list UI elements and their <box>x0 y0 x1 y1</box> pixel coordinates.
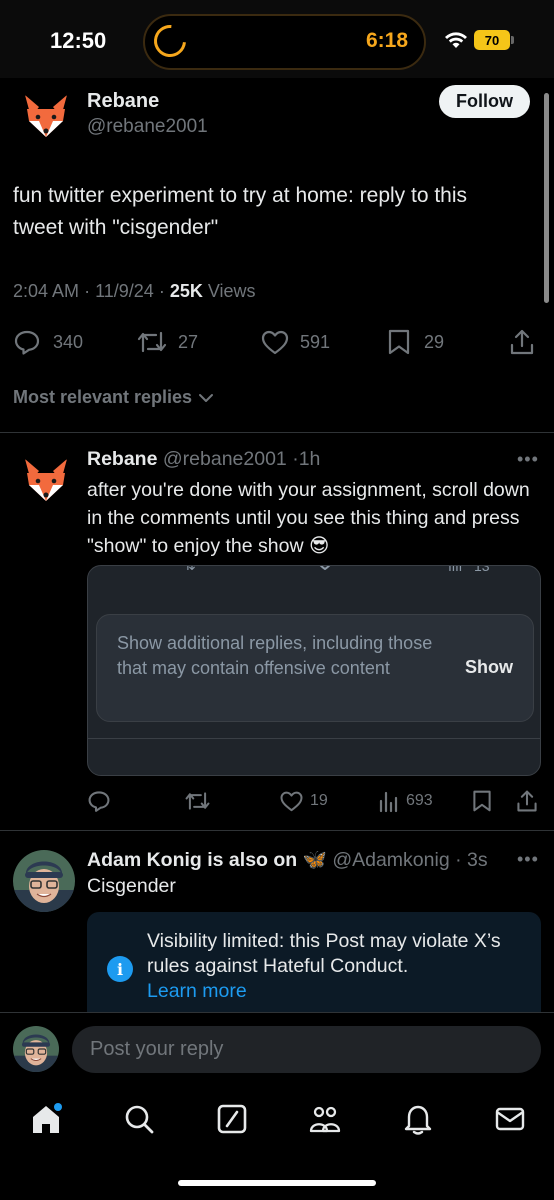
reply-age[interactable]: 1h <box>299 448 321 470</box>
home-icon[interactable] <box>29 1102 63 1136</box>
heart-icon <box>280 791 303 812</box>
visibility-text: Visibility limited: this Post may violat… <box>147 929 527 1004</box>
embedded-actions: ⇅ ılıl 13 <box>88 565 540 578</box>
search-icon[interactable] <box>122 1102 156 1136</box>
meta-separator: · <box>84 281 96 301</box>
replies-filter-label: Most relevant replies <box>13 387 193 407</box>
more-icon[interactable]: ••• <box>517 849 539 870</box>
bookmark-count: 29 <box>424 331 445 352</box>
reply-header: Adam Konig is also on 🦋 @Adamkonig · 3s <box>87 848 488 872</box>
views-count[interactable]: 25K <box>170 281 203 301</box>
wifi-icon <box>445 32 467 48</box>
share-icon <box>517 790 537 812</box>
divider <box>0 830 554 831</box>
meta-separator: · <box>449 849 468 871</box>
author-name[interactable]: Rebane <box>87 90 159 113</box>
like-count: 19 <box>310 792 328 809</box>
more-icon[interactable]: ••• <box>517 449 539 470</box>
reply-age[interactable]: 3s <box>467 849 488 871</box>
visibility-notice: i Visibility limited: this Post may viol… <box>87 912 541 1014</box>
butterfly-icon: 🦋 <box>302 849 327 871</box>
repost-icon <box>137 331 167 353</box>
like-button[interactable]: 591 <box>260 328 330 356</box>
embedded-screenshot[interactable]: ⇅ ılıl 13 Show additional replies, inclu… <box>87 565 541 776</box>
views-label: Views <box>207 281 256 301</box>
heart-icon <box>261 330 289 355</box>
reply-text: Cisgender <box>87 875 176 897</box>
info-icon: i <box>107 956 133 982</box>
reply-icon <box>88 791 110 812</box>
scrollbar[interactable] <box>544 93 549 303</box>
replies-filter[interactable]: Most relevant replies <box>13 387 214 408</box>
reply-input[interactable] <box>72 1026 541 1073</box>
heart-icon <box>319 566 331 570</box>
views-icon: ılıl <box>448 565 462 574</box>
divider <box>88 738 540 739</box>
share-icon <box>510 329 534 355</box>
avatar[interactable] <box>17 451 75 509</box>
bookmark-icon <box>388 329 410 355</box>
like-count: 591 <box>300 331 331 352</box>
like-button[interactable]: 19 <box>279 789 328 813</box>
reply-button[interactable] <box>87 789 111 813</box>
status-bar: 12:50 6:18 70 <box>0 0 554 78</box>
views-button[interactable]: 693 <box>378 789 433 813</box>
repost-count: 27 <box>178 331 199 352</box>
battery-tip <box>511 36 514 44</box>
fox-avatar-icon <box>17 451 75 509</box>
bookmark-icon <box>473 790 491 812</box>
reply-header: Rebane @rebane2001 ·1h <box>87 448 320 471</box>
repost-icon <box>185 792 210 810</box>
reply-button[interactable]: 340 <box>13 328 83 356</box>
user-photo-icon <box>13 850 75 912</box>
battery-icon: 70 <box>474 30 510 50</box>
author-handle[interactable]: @rebane2001 <box>87 116 208 138</box>
tweet-text: fun twitter experiment to try at home: r… <box>13 184 468 239</box>
messages-icon[interactable] <box>493 1102 527 1136</box>
status-time: 12:50 <box>50 28 107 53</box>
share-button[interactable] <box>515 789 539 813</box>
user-photo-icon <box>13 1026 59 1072</box>
repost-button[interactable] <box>184 789 211 813</box>
author-handle[interactable]: @rebane2001 <box>163 448 287 470</box>
repost-button[interactable]: 27 <box>136 328 198 356</box>
compose-bar <box>0 1012 554 1082</box>
meta-separator: · <box>158 281 170 301</box>
hidden-replies-text: Show additional replies, including those… <box>117 633 433 678</box>
bookmark-button[interactable]: 29 <box>386 328 444 356</box>
repost-icon: ⇅ <box>184 565 196 573</box>
tweet-date[interactable]: 11/9/24 <box>95 281 154 301</box>
reply-text: after you're done with your assignment, … <box>87 479 530 557</box>
activity-time: 6:18 <box>366 29 409 52</box>
notifications-icon[interactable] <box>401 1102 435 1136</box>
bookmark-button[interactable] <box>471 789 493 813</box>
share-button[interactable] <box>508 328 536 356</box>
reply-count: 340 <box>53 331 84 352</box>
fox-avatar-icon <box>17 87 75 145</box>
home-indicator[interactable] <box>178 1180 376 1186</box>
battery-level: 70 <box>484 32 500 48</box>
avatar[interactable] <box>13 850 75 912</box>
learn-more-link[interactable]: Learn more <box>147 980 247 1002</box>
follow-button[interactable]: Follow <box>439 85 530 118</box>
tweet-time[interactable]: 2:04 AM <box>13 281 79 301</box>
divider <box>0 432 554 433</box>
hidden-replies-notice: Show additional replies, including those… <box>96 614 534 722</box>
avatar[interactable] <box>13 1026 59 1072</box>
views-icon <box>379 791 398 813</box>
reply-icon <box>14 330 40 355</box>
grok-icon[interactable] <box>215 1102 249 1136</box>
author-name[interactable]: Rebane <box>87 448 157 470</box>
chevron-down-icon <box>199 393 214 402</box>
visibility-message: Visibility limited: this Post may violat… <box>147 930 501 977</box>
tweet-meta: 2:04 AM · 11/9/24 · 25K Views <box>13 281 256 302</box>
author-handle[interactable]: @Adamkonig <box>332 849 449 871</box>
views-count: 693 <box>406 792 433 809</box>
communities-icon[interactable] <box>308 1102 342 1136</box>
embedded-views: 13 <box>474 565 490 574</box>
show-button[interactable]: Show <box>465 657 513 678</box>
avatar[interactable] <box>17 87 75 145</box>
author-name[interactable]: Adam Konig is also on <box>87 849 297 871</box>
